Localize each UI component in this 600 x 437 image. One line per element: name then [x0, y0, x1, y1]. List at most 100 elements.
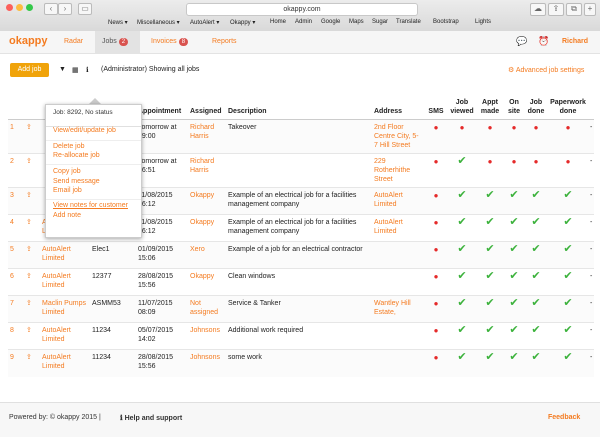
table-row[interactable]: 9 ⇪ AutoAlert Limited 11234 28/08/2015 15:56… [8, 349, 594, 377]
add-job-button[interactable]: Add job [10, 63, 49, 77]
calendar-icon[interactable]: ▦ [72, 66, 79, 74]
bookmark-news[interactable]: News ▾ [108, 19, 128, 26]
col-job-viewed[interactable]: Job viewed [448, 94, 476, 120]
filter-icon[interactable]: ▼ [59, 66, 66, 73]
row-number[interactable]: 3 [8, 187, 24, 215]
row-address[interactable] [372, 322, 424, 350]
col-job-done[interactable]: Job done [524, 94, 548, 120]
row-number[interactable]: 1 [8, 119, 24, 154]
col-paperwork-done[interactable]: Paperwork done [548, 94, 588, 120]
nav-jobs[interactable]: Jobs 2 [102, 38, 129, 46]
info-icon[interactable]: ℹ [86, 66, 89, 74]
row-number[interactable]: 5 [8, 241, 24, 269]
row-assigned[interactable]: Richard Harris [188, 153, 226, 188]
user-menu[interactable]: Richard [562, 38, 588, 45]
job-menu-icon[interactable]: ⇪ [24, 295, 40, 323]
send-message-link[interactable]: Send message [53, 178, 100, 185]
back-button[interactable]: ‹ [44, 3, 58, 15]
reallocate-job-link[interactable]: Re-allocate job [53, 152, 100, 159]
col-on-site[interactable]: On site [504, 94, 524, 120]
bookmark-miscellaneous[interactable]: Miscellaneous ▾ [137, 19, 180, 26]
forward-button[interactable]: › [58, 3, 72, 15]
close-window-button[interactable] [6, 4, 13, 11]
col-sms[interactable]: SMS [424, 94, 448, 120]
job-menu-icon[interactable]: ⇪ [24, 241, 40, 269]
bookmark-autoalert[interactable]: AutoAlert ▾ [190, 19, 219, 26]
minimize-window-button[interactable] [16, 4, 23, 11]
view-edit-update-job-link[interactable]: View/edit/update job [53, 127, 116, 134]
row-address[interactable]: AutoAlert Limited [372, 214, 424, 242]
copy-job-link[interactable]: Copy job [53, 168, 81, 175]
table-row[interactable]: 6 ⇪ AutoAlert Limited 12377 28/08/2015 15:56… [8, 268, 594, 296]
row-assigned[interactable]: Xero [188, 241, 226, 269]
row-assigned[interactable]: Richard Harris [188, 119, 226, 154]
row-address[interactable]: 229 Rotherhithe Street [372, 153, 424, 188]
job-menu-icon[interactable]: ⇪ [24, 322, 40, 350]
bookmark-okappy[interactable]: Okappy ▾ [230, 19, 255, 26]
row-assigned[interactable]: Johnsons [188, 349, 226, 377]
col-assigned[interactable]: Assigned [188, 94, 226, 120]
table-row[interactable]: 7 ⇪ Maclin Pumps Limited ASMM53 11/07/2015 0… [8, 295, 594, 323]
row-number[interactable]: 2 [8, 153, 24, 188]
chat-icon[interactable]: 💬 [516, 36, 527, 47]
row-company[interactable]: AutoAlert Limited [40, 322, 90, 350]
bookmark-google[interactable]: Google [321, 19, 340, 25]
row-assigned[interactable]: Okappy [188, 187, 226, 215]
row-number[interactable]: 9 [8, 349, 24, 377]
maximize-window-button[interactable] [26, 4, 33, 11]
row-number[interactable]: 8 [8, 322, 24, 350]
sidebar-icon[interactable]: ▭ [78, 3, 92, 15]
job-menu-icon[interactable]: ⇪ [24, 214, 40, 242]
row-address[interactable]: Wantley Hill Estate, [372, 295, 424, 323]
row-address[interactable]: AutoAlert Limited [372, 187, 424, 215]
url-bar[interactable]: okappy.com [186, 3, 418, 16]
bookmark-lights[interactable]: Lights [475, 19, 491, 25]
row-number[interactable]: 6 [8, 268, 24, 296]
col-appt-made[interactable]: Appt made [476, 94, 504, 120]
row-assigned[interactable]: Okappy [188, 268, 226, 296]
row-company[interactable]: AutoAlert Limited [40, 349, 90, 377]
new-tab-icon[interactable]: + [584, 3, 596, 16]
row-address[interactable] [372, 268, 424, 296]
advanced-settings-link[interactable]: ⚙ Advanced job settings [508, 66, 584, 74]
row-address[interactable]: 2nd Floor Centre City, 5-7 Hill Street [372, 119, 424, 154]
nav-invoices[interactable]: Invoices 8 [151, 38, 189, 46]
row-number[interactable]: 4 [8, 214, 24, 242]
job-menu-icon[interactable]: ⇪ [24, 119, 40, 154]
job-menu-icon[interactable]: ⇪ [24, 153, 40, 188]
job-menu-icon[interactable]: ⇪ [24, 187, 40, 215]
col-address[interactable]: Address [372, 94, 424, 120]
nav-radar[interactable]: Radar [64, 38, 83, 45]
view-notes-for-customer-link[interactable]: View notes for customer [53, 202, 128, 209]
okappy-logo[interactable]: okappy [9, 35, 48, 47]
bookmark-maps[interactable]: Maps [349, 19, 364, 25]
feedback-link[interactable]: Feedback [548, 414, 580, 421]
row-assigned[interactable]: Johnsons [188, 322, 226, 350]
table-row[interactable]: 5 ⇪ AutoAlert Limited Elec1 01/09/2015 15:06… [8, 241, 594, 269]
cloud-icon[interactable]: ☁ [530, 3, 546, 16]
row-address[interactable] [372, 349, 424, 377]
job-menu-icon[interactable]: ⇪ [24, 268, 40, 296]
row-address[interactable] [372, 241, 424, 269]
bookmark-translate[interactable]: Translate [396, 19, 421, 25]
bookmark-sugar[interactable]: Sugar [372, 19, 388, 25]
add-note-link[interactable]: Add note [53, 212, 81, 219]
tabs-icon[interactable]: ⧉ [566, 3, 582, 16]
alarm-icon[interactable]: ⏰ [538, 36, 549, 47]
email-job-link[interactable]: Email job [53, 187, 82, 194]
bookmark-home[interactable]: Home [270, 19, 286, 25]
delete-job-link[interactable]: Delete job [53, 143, 85, 150]
col-description[interactable]: Description [226, 94, 372, 120]
row-company[interactable]: AutoAlert Limited [40, 268, 90, 296]
bookmark-admin[interactable]: Admin [295, 19, 312, 25]
row-assigned[interactable]: Not assigned [188, 295, 226, 323]
job-menu-icon[interactable]: ⇪ [24, 349, 40, 377]
row-number[interactable]: 7 [8, 295, 24, 323]
row-company[interactable]: AutoAlert Limited [40, 241, 90, 269]
bookmark-bootstrap[interactable]: Bootstrap [433, 19, 459, 25]
share-icon[interactable]: ⇪ [548, 3, 564, 16]
help-link[interactable]: ℹ Help and support [120, 414, 182, 422]
row-assigned[interactable]: Okappy [188, 214, 226, 242]
row-company[interactable]: Maclin Pumps Limited [40, 295, 90, 323]
col-appointment[interactable]: Appointment [136, 94, 188, 120]
